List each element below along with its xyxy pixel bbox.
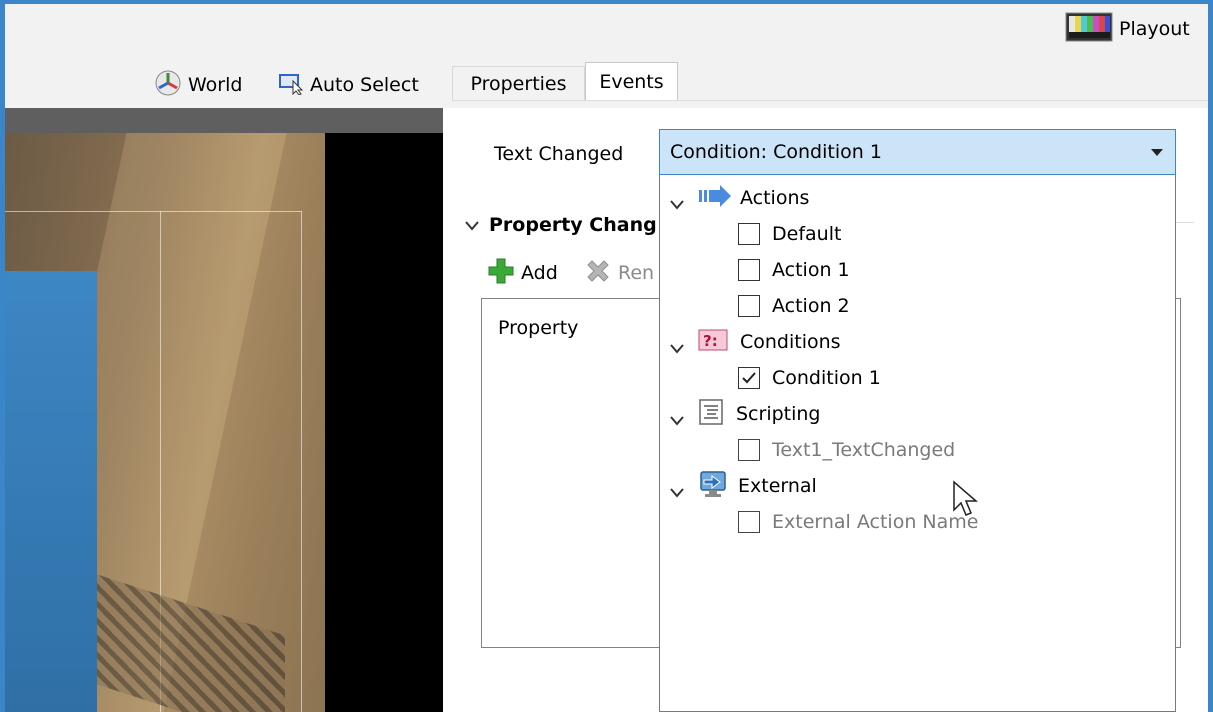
remove-x-icon <box>584 257 612 290</box>
dropdown-arrow-icon[interactable] <box>1151 149 1163 156</box>
plus-icon <box>487 257 515 290</box>
chevron-down-icon[interactable] <box>670 337 684 354</box>
svg-text:?:: ?: <box>703 332 718 350</box>
tree-item-action-2[interactable]: Action 2 <box>738 289 850 323</box>
scene-viewport[interactable] <box>5 133 443 712</box>
playout-button[interactable]: Playout <box>1065 12 1190 47</box>
tree-item-external-action-name[interactable]: External Action Name <box>738 505 978 539</box>
auto-select-button[interactable]: Auto Select <box>278 70 419 100</box>
checkbox[interactable] <box>738 511 760 533</box>
arrow-right-icon <box>698 184 732 212</box>
chevron-down-icon <box>465 216 479 235</box>
viewport-black-region <box>325 133 443 712</box>
tab-divider <box>452 100 1208 101</box>
tree-item-condition-1[interactable]: Condition 1 <box>738 361 881 395</box>
event-target-dropdown: Actions Default Action 1 Action 2 ?: Con… <box>659 175 1176 712</box>
select-cursor-icon <box>278 71 304 100</box>
tree-item-label: External Action Name <box>772 511 979 533</box>
tree-item-label: Default <box>772 223 842 245</box>
mouse-cursor-icon <box>952 480 980 522</box>
playout-label: Playout <box>1119 18 1190 40</box>
checkbox[interactable] <box>738 223 760 245</box>
tree-item-text1-textchanged[interactable]: Text1_TextChanged <box>738 433 955 467</box>
question-icon: ?: <box>698 329 728 356</box>
tree-group-label: Conditions <box>740 331 841 353</box>
checkbox[interactable] <box>738 295 760 317</box>
chevron-down-icon[interactable] <box>670 481 684 498</box>
test-pattern-icon <box>1065 12 1113 47</box>
column-header-property: Property <box>498 317 579 339</box>
tab-events[interactable]: Events <box>585 62 678 100</box>
tree-group-label: Scripting <box>736 403 821 425</box>
scene-blue-object <box>5 271 97 712</box>
tree-item-default[interactable]: Default <box>738 217 841 251</box>
checkbox[interactable] <box>738 439 760 461</box>
event-name-label: Text Changed <box>494 143 624 165</box>
world-label: World <box>188 74 243 96</box>
property-changes-header[interactable]: Property Chang <box>465 214 657 236</box>
tree-item-label: Action 2 <box>772 295 850 317</box>
monitor-arrow-icon <box>698 470 728 503</box>
checkbox-checked[interactable] <box>738 367 760 389</box>
window-frame-right <box>1208 0 1213 712</box>
tree-group-actions[interactable]: Actions <box>670 181 809 215</box>
remove-label: Ren <box>618 262 655 284</box>
safe-area-line-right <box>301 211 302 712</box>
tree-item-label: Text1_TextChanged <box>772 439 956 461</box>
safe-area-top-line <box>5 211 302 212</box>
tree-group-label: External <box>738 475 817 497</box>
add-button[interactable]: Add <box>487 258 558 288</box>
checkbox[interactable] <box>738 259 760 281</box>
chevron-down-icon[interactable] <box>670 193 684 210</box>
property-changes-label: Property Chang <box>489 214 657 236</box>
axes-globe-icon <box>154 69 182 102</box>
event-target-combobox[interactable]: Condition: Condition 1 <box>659 129 1176 175</box>
chevron-down-icon[interactable] <box>670 409 684 426</box>
tree-group-external[interactable]: External <box>670 469 817 503</box>
tree-group-conditions[interactable]: ?: Conditions <box>670 325 841 359</box>
tree-item-label: Action 1 <box>772 259 850 281</box>
tree-group-scripting[interactable]: Scripting <box>670 397 821 431</box>
combobox-value: Condition: Condition 1 <box>670 141 882 163</box>
world-button[interactable]: World <box>154 70 242 100</box>
script-icon <box>698 398 724 430</box>
tab-properties[interactable]: Properties <box>452 66 585 100</box>
tree-item-action-1[interactable]: Action 1 <box>738 253 850 287</box>
tree-group-label: Actions <box>740 187 810 209</box>
viewport-header <box>5 108 443 133</box>
remove-button[interactable]: Ren <box>584 258 654 288</box>
auto-select-label: Auto Select <box>310 74 419 96</box>
tree-item-label: Condition 1 <box>772 367 881 389</box>
add-label: Add <box>521 262 558 284</box>
